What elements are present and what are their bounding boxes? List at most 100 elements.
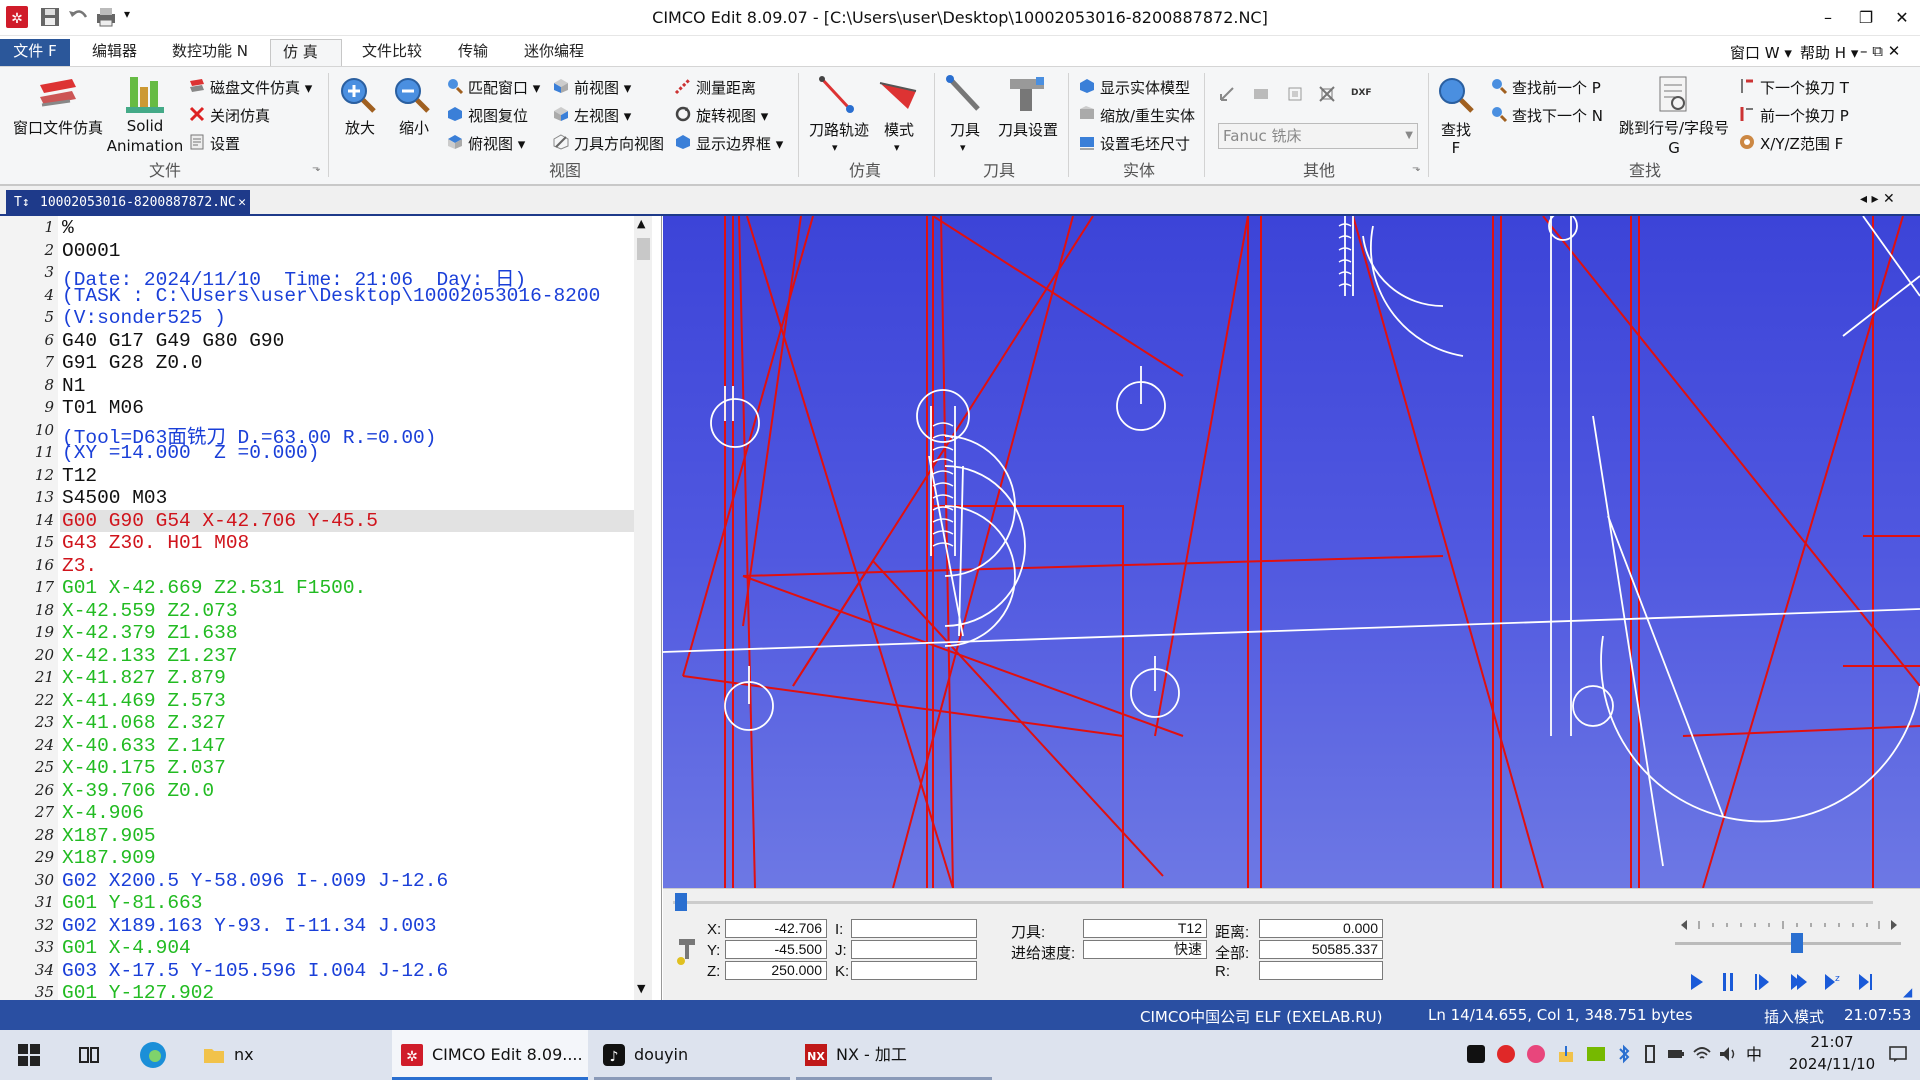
settings-button[interactable]: 设置 bbox=[210, 133, 240, 154]
show-bounds-button[interactable]: 显示边界框 ▾ bbox=[696, 133, 783, 154]
douyin-tray-icon[interactable] bbox=[1466, 1044, 1486, 1064]
toolpath-button[interactable]: 刀路轨迹 bbox=[806, 119, 872, 140]
machine-select[interactable]: Fanuc 铣床 ▼ bbox=[1218, 123, 1418, 149]
code-line[interactable]: X-42.133 Z1.237 bbox=[62, 645, 238, 667]
nvidia-tray-icon[interactable] bbox=[1586, 1044, 1606, 1064]
resize-grip-icon[interactable]: ◢ bbox=[1903, 985, 1912, 999]
close-button[interactable]: ✕ bbox=[1882, 4, 1920, 32]
tab-file-compare[interactable]: 文件比较 bbox=[350, 39, 434, 66]
code-line[interactable]: G40 G17 G49 G80 G90 bbox=[62, 330, 284, 352]
tool-button[interactable]: 刀具 bbox=[942, 119, 988, 140]
tab-editor[interactable]: 编辑器 bbox=[80, 39, 149, 66]
code-line[interactable]: (XY =14.000 Z =0.000) bbox=[62, 442, 319, 464]
other-tool-3-icon[interactable] bbox=[1286, 85, 1304, 103]
code-line[interactable]: X-41.469 Z.573 bbox=[62, 690, 226, 712]
code-line[interactable]: T12 bbox=[62, 465, 97, 487]
code-line[interactable]: G00 G90 G54 X-42.706 Y-45.5 bbox=[62, 510, 378, 532]
code-line[interactable]: % bbox=[62, 217, 74, 239]
prev-tool-change-button[interactable]: 前一个换刀 P bbox=[1760, 105, 1849, 126]
fast-forward-button[interactable] bbox=[1805, 973, 1827, 995]
goto-line-button[interactable]: 跳到行号/字段号 bbox=[1616, 117, 1732, 138]
code-line[interactable]: G91 G28 Z0.0 bbox=[62, 352, 202, 374]
vertical-scrollbar[interactable]: ▲ ▼ bbox=[634, 216, 652, 1000]
solid-animation-label-1[interactable]: Solid bbox=[112, 117, 178, 135]
other-tool-1-icon[interactable] bbox=[1218, 85, 1236, 103]
document-tab[interactable]: T↕ 10002053016-8200887872.NC ✕ bbox=[6, 190, 250, 216]
task-view-icon[interactable] bbox=[78, 1044, 100, 1066]
mdi-controls[interactable]: – ⧉ ✕ bbox=[1860, 42, 1900, 60]
left-view-button[interactable]: 左视图 ▾ bbox=[574, 105, 631, 126]
taskbar-item-nx[interactable]: NX NX - 加工 bbox=[796, 1030, 992, 1080]
other-tool-2-icon[interactable] bbox=[1252, 85, 1270, 103]
taskbar-item-douyin[interactable]: ♪ douyin bbox=[594, 1030, 790, 1080]
toolpath-dropdown-icon[interactable]: ▾ bbox=[832, 141, 838, 154]
find-prev-button[interactable]: 查找前一个 P bbox=[1512, 77, 1601, 98]
scroll-down-icon[interactable]: ▼ bbox=[637, 982, 645, 995]
code-line[interactable]: G02 X189.163 Y-93. I-11.34 J.003 bbox=[62, 915, 436, 937]
nc-code-editor[interactable]: 1 2 3 4 5 6 7 8 9 10 11 12 13 14 15 16 17 18 19 20 21 22 23 24 2… bbox=[0, 216, 662, 1000]
code-line[interactable]: G01 X-4.904 bbox=[62, 937, 191, 959]
dxf-icon[interactable]: DXF bbox=[1350, 83, 1372, 101]
pause-button[interactable] bbox=[1738, 973, 1760, 995]
code-line[interactable]: G01 Y-127.902 bbox=[62, 982, 214, 1000]
wifi-tray-icon[interactable] bbox=[1692, 1044, 1712, 1064]
skip-z-button[interactable] bbox=[1837, 973, 1859, 995]
code-line[interactable]: N1 bbox=[62, 375, 85, 397]
menu-window[interactable]: 窗口 W ▾ bbox=[1730, 42, 1792, 63]
tab-navigation[interactable]: ◂ ▸ ✕ bbox=[1860, 191, 1895, 207]
close-sim-button[interactable]: 关闭仿真 bbox=[210, 105, 270, 126]
reset-view-button[interactable]: 视图复位 bbox=[468, 105, 528, 126]
tab-transfer[interactable]: 传输 bbox=[446, 39, 500, 66]
battery-tray-icon[interactable] bbox=[1666, 1044, 1686, 1064]
zoom-out-button[interactable]: 缩小 bbox=[392, 117, 436, 138]
clock-date[interactable]: 2024/11/10 bbox=[1772, 1055, 1892, 1073]
close-tab-icon[interactable]: ✕ bbox=[238, 190, 246, 216]
show-solid-button[interactable]: 显示实体模型 bbox=[1100, 77, 1190, 98]
code-line[interactable]: G02 X200.5 Y-58.096 I-.009 J-12.6 bbox=[62, 870, 448, 892]
bilibili-tray-icon[interactable] bbox=[1526, 1044, 1546, 1064]
netease-tray-icon[interactable] bbox=[1496, 1044, 1516, 1064]
measure-distance-button[interactable]: 测量距离 bbox=[696, 77, 756, 98]
scroll-up-icon[interactable]: ▲ bbox=[637, 217, 645, 230]
volume-tray-icon[interactable] bbox=[1718, 1044, 1738, 1064]
code-line[interactable]: (V:sonder525 ) bbox=[62, 307, 226, 329]
code-line[interactable]: X-4.906 bbox=[62, 802, 144, 824]
tab-file[interactable]: 文件 F bbox=[0, 39, 70, 66]
tool-dropdown-icon[interactable]: ▾ bbox=[960, 141, 966, 154]
code-line[interactable]: G01 X-42.669 Z2.531 F1500. bbox=[62, 577, 366, 599]
code-line[interactable]: X-42.379 Z1.638 bbox=[62, 622, 238, 644]
tab-mini-programming[interactable]: 迷你编程 bbox=[512, 39, 596, 66]
tab-nc-functions[interactable]: 数控功能 N bbox=[160, 39, 260, 66]
group-launcher-icon[interactable]: ⬎ bbox=[312, 163, 320, 174]
skip-to-end-button[interactable] bbox=[1869, 973, 1891, 995]
stock-size-button[interactable]: 设置毛坯尺寸 bbox=[1100, 133, 1190, 154]
code-line[interactable]: X-41.068 Z.327 bbox=[62, 712, 226, 734]
taskbar-item-cimco[interactable]: ✲ CIMCO Edit 8.09.... bbox=[392, 1030, 588, 1080]
code-line[interactable]: Z3. bbox=[62, 555, 97, 577]
tab-simulation[interactable]: 仿 真 bbox=[270, 39, 342, 66]
code-line[interactable]: X-39.706 Z0.0 bbox=[62, 780, 214, 802]
window-sim-button[interactable]: 窗口文件仿真 bbox=[10, 117, 106, 138]
menu-help[interactable]: 帮助 H ▾ bbox=[1800, 42, 1858, 63]
code-line[interactable]: G01 Y-81.663 bbox=[62, 892, 202, 914]
code-line[interactable]: (TASK : C:\Users\user\Desktop\1000205301… bbox=[62, 285, 600, 307]
top-view-button[interactable]: 俯视图 ▾ bbox=[468, 133, 525, 154]
ime-indicator[interactable]: 中 bbox=[1742, 1030, 1766, 1080]
upload-tray-icon[interactable] bbox=[1556, 1044, 1576, 1064]
next-tool-change-button[interactable]: 下一个换刀 T bbox=[1760, 77, 1849, 98]
play-button[interactable] bbox=[1706, 973, 1728, 995]
fit-window-button[interactable]: 匹配窗口 ▾ bbox=[468, 77, 540, 98]
simulation-viewport[interactable] bbox=[663, 216, 1920, 888]
notification-icon[interactable] bbox=[1888, 1044, 1908, 1064]
restore-button[interactable]: ❐ bbox=[1846, 4, 1886, 32]
code-line[interactable]: T01 M06 bbox=[62, 397, 144, 419]
tool-direction-view-button[interactable]: 刀具方向视图 bbox=[574, 133, 664, 154]
xyz-range-button[interactable]: X/Y/Z范围 F bbox=[1760, 133, 1843, 154]
code-line[interactable]: O0001 bbox=[62, 240, 121, 262]
speed-slider-thumb[interactable] bbox=[1791, 933, 1803, 953]
progress-slider-thumb[interactable] bbox=[675, 893, 687, 911]
step-forward-button[interactable] bbox=[1768, 973, 1790, 995]
code-line[interactable]: X187.909 bbox=[62, 847, 156, 869]
rotate-view-button[interactable]: 旋转视图 ▾ bbox=[696, 105, 768, 126]
tool-setup-button[interactable]: 刀具设置 bbox=[992, 119, 1064, 140]
